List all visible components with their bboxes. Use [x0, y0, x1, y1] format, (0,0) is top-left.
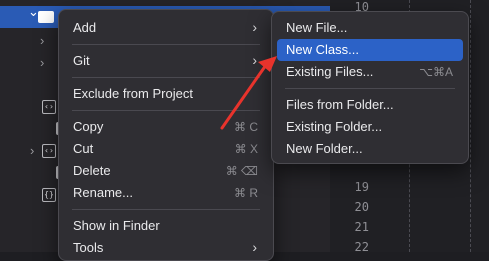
annotation-arrow	[220, 56, 277, 130]
arrow-head	[258, 56, 277, 72]
arrow-shaft	[220, 63, 268, 130]
